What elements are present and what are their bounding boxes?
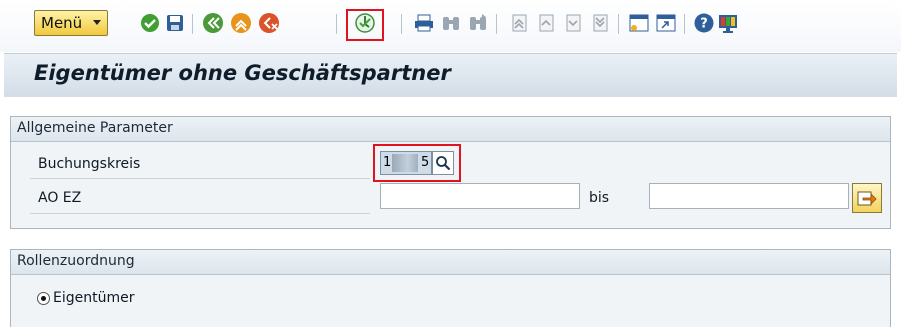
role-assignment-title: Rollenzuordnung xyxy=(11,250,890,275)
radio-selected-dot xyxy=(41,296,46,301)
toolbar-separator xyxy=(401,14,402,34)
multiple-selection-button[interactable] xyxy=(852,183,882,213)
find-icon[interactable] xyxy=(440,11,462,35)
previous-page-icon[interactable] xyxy=(535,11,557,35)
help-icon[interactable]: ? xyxy=(693,11,715,35)
general-parameters-title: Allgemeine Parameter xyxy=(11,117,890,142)
chevron-down-icon xyxy=(93,20,101,25)
exit-icon[interactable] xyxy=(230,11,252,35)
application-toolbar: Menü ? xyxy=(0,0,901,52)
company-code-label: Buchungskreis xyxy=(38,156,141,172)
toolbar-separator xyxy=(496,14,497,34)
toolbar-separator xyxy=(192,14,193,34)
toolbar-separator xyxy=(684,14,685,34)
create-session-icon[interactable] xyxy=(628,11,650,35)
to-label: bis xyxy=(589,190,610,206)
owner-radio-label: Eigentümer xyxy=(53,290,135,306)
ao-ez-to-input[interactable] xyxy=(649,183,849,209)
ao-ez-label: AO EZ xyxy=(38,190,82,206)
customize-layout-icon[interactable] xyxy=(717,11,739,35)
print-icon[interactable] xyxy=(413,11,435,35)
menu-button-label: Menü xyxy=(41,14,83,32)
svg-text:?: ? xyxy=(700,17,708,32)
toolbar-separator xyxy=(618,14,619,34)
first-page-icon[interactable] xyxy=(508,11,530,35)
back-icon[interactable] xyxy=(202,11,224,35)
shortcut-icon[interactable] xyxy=(655,11,677,35)
ao-ez-from-input[interactable] xyxy=(380,183,580,209)
page-title: Eigentümer ohne Geschäftspartner xyxy=(34,61,451,85)
owner-radio-button[interactable] xyxy=(37,292,50,305)
row-underline xyxy=(30,213,370,214)
role-assignment-group: Rollenzuordnung xyxy=(10,249,891,327)
check-icon[interactable] xyxy=(139,11,161,35)
row-underline xyxy=(30,178,370,179)
toolbar-separator xyxy=(336,14,337,34)
execute-icon[interactable] xyxy=(354,11,376,35)
title-bar: Eigentümer ohne Geschäftspartner xyxy=(4,53,897,97)
save-icon[interactable] xyxy=(164,11,186,35)
menu-button[interactable]: Menü xyxy=(34,10,108,36)
cancel-icon[interactable] xyxy=(258,11,280,35)
find-next-icon[interactable] xyxy=(467,11,489,35)
multiple-selection-icon xyxy=(857,191,877,206)
next-page-icon[interactable] xyxy=(562,11,584,35)
company-code-highlight-box xyxy=(373,144,461,182)
last-page-icon[interactable] xyxy=(589,11,611,35)
